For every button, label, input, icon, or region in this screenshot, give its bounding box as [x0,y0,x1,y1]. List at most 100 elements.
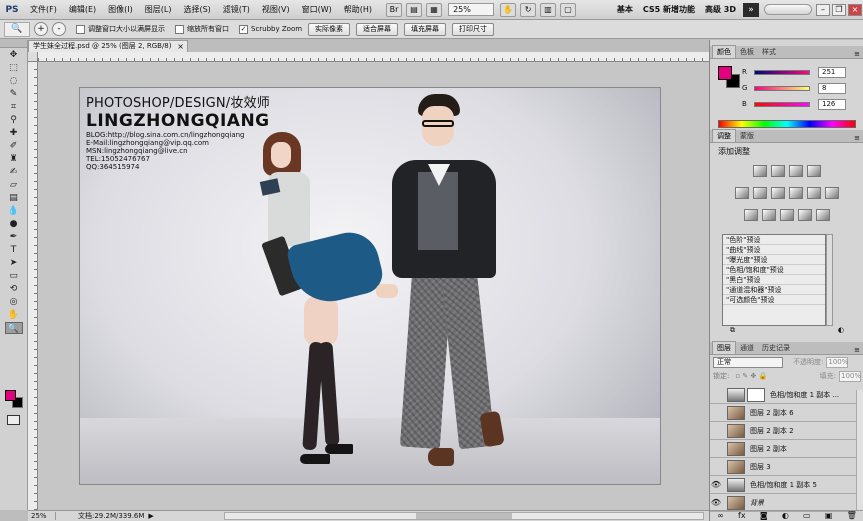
presets-scrollbar[interactable] [826,234,833,326]
horizontal-ruler[interactable] [38,52,709,62]
photo-filter-icon[interactable] [807,187,821,199]
path-selection-tool-icon[interactable]: ➤ [5,257,23,269]
zoom-out-icon[interactable]: - [52,22,66,36]
add-mask-icon[interactable]: ◙ [760,511,768,521]
menu-file[interactable]: 文件(F) [24,4,63,15]
preset-curves[interactable]: "曲线"预设 [723,245,825,255]
restore-icon[interactable]: ❐ [832,3,846,16]
curves-icon[interactable] [789,165,803,177]
3d-orbit-tool-icon[interactable]: ◎ [5,296,23,308]
hue-saturation-icon[interactable] [753,187,767,199]
menu-image[interactable]: 图像(I) [102,4,139,15]
pen-tool-icon[interactable]: ✒ [5,231,23,243]
horizontal-scrollbar[interactable] [224,512,704,520]
tab-adjustments[interactable]: 调整 [712,129,736,142]
layer-mask-thumbnail[interactable] [747,387,765,402]
scrubby-zoom-box[interactable]: ✓ [239,24,248,34]
resize-windows-box[interactable] [76,24,85,34]
quick-mask-icon[interactable] [7,415,20,425]
zoom-all-windows-checkbox[interactable]: 缩放所有窗口 [175,24,229,34]
layer-style-icon[interactable]: fx [738,511,746,521]
eyedropper-tool-icon[interactable]: ⚲ [5,114,23,126]
layer-name[interactable]: 背景 [750,498,764,508]
menu-help[interactable]: 帮助(H) [338,4,378,15]
invert-icon[interactable] [744,209,758,221]
new-adjustment-layer-icon[interactable]: ◐ [782,511,789,521]
rotate-view-icon[interactable]: ↻ [520,2,537,17]
status-menu-arrow-icon[interactable]: ▶ [148,512,153,520]
fill-field[interactable]: 100% [839,370,861,382]
hand-tool-icon[interactable]: ✋ [5,309,23,321]
document-tab[interactable]: 学生妹全过程.psd @ 25% (图层 2, RGB/8) × [28,40,188,52]
brush-tool-icon[interactable]: ✐ [5,140,23,152]
workspace-cs5-new[interactable]: CS5 新增功能 [638,4,700,15]
channel-mixer-icon[interactable] [825,187,839,199]
zoom-tool-icon[interactable]: 🔍 [4,322,23,334]
tab-history[interactable]: 历史记录 [758,342,794,354]
fill-screen-button[interactable]: 填充屏幕 [404,22,447,36]
move-tool-icon[interactable]: ✥ [5,49,23,61]
adjustment-options-icon[interactable]: ◐ [838,326,844,336]
eye-icon[interactable]: 👁 [710,498,722,507]
layer-row[interactable]: 图层 3 [710,458,856,476]
eye-icon[interactable]: 👁 [710,480,722,489]
extras-icon[interactable]: ▦ [426,2,443,17]
tab-channels[interactable]: 通道 [736,342,758,354]
layer-name[interactable]: 图层 2 副本 2 [750,426,794,436]
screen-mode-icon[interactable]: ▢ [560,2,577,17]
document-image[interactable]: PHOTOSHOP/DESIGN/妆效师 LINGZHONGQIANG BLOG… [80,88,660,484]
layer-name[interactable]: 图层 3 [750,462,771,472]
layers-scrollbar[interactable] [856,390,863,510]
blend-mode-select[interactable]: 正常 [713,356,783,368]
preset-exposure[interactable]: "曝光度"预设 [723,255,825,265]
cs-live-field[interactable] [764,4,812,15]
layer-name[interactable]: 图层 2 副本 6 [750,408,794,418]
fit-screen-button[interactable]: 适合屏幕 [356,22,399,36]
green-value-field[interactable]: 8 [818,82,846,94]
menu-window[interactable]: 窗口(W) [296,4,338,15]
panel-menu-icon[interactable]: ≡ [854,50,863,58]
red-slider[interactable] [754,69,810,75]
foreground-color-swatch[interactable] [5,390,16,401]
3d-rotate-tool-icon[interactable]: ⟲ [5,283,23,295]
green-slider[interactable] [754,85,810,91]
preset-hue-saturation[interactable]: "色相/饱和度"预设 [723,265,825,275]
minimize-icon[interactable]: – [816,3,830,16]
quick-select-tool-icon[interactable]: ✎ [5,88,23,100]
canvas-area[interactable]: PHOTOSHOP/DESIGN/妆效师 LINGZHONGQIANG BLOG… [28,52,709,510]
menu-layer[interactable]: 图层(L) [139,4,178,15]
clone-stamp-tool-icon[interactable]: ♜ [5,153,23,165]
new-layer-icon[interactable]: ▣ [825,511,833,521]
workspace-3d[interactable]: 高级 3D [700,4,741,15]
link-layers-icon[interactable]: ∞ [717,511,724,521]
adjustments-menu-icon[interactable]: ≡ [854,134,863,142]
more-workspaces-button[interactable]: » [743,2,759,17]
layer-row[interactable]: 👁 色相/饱和度 1 副本 5 [710,476,856,494]
close-icon[interactable]: × [848,3,862,16]
tab-color[interactable]: 颜色 [712,45,736,58]
vibrance-icon[interactable] [735,187,749,199]
zoom-all-windows-box[interactable] [175,24,184,34]
toolbox-grip[interactable] [0,40,27,48]
bridge-icon[interactable]: Br [386,2,403,17]
menu-filter[interactable]: 滤镜(T) [217,4,256,15]
menu-select[interactable]: 选择(S) [177,4,216,15]
posterize-icon[interactable] [762,209,776,221]
horizontal-scroll-thumb[interactable] [416,513,512,519]
lasso-tool-icon[interactable]: ◌ [5,75,23,87]
layer-row[interactable]: 图层 2 副本 6 [710,404,856,422]
levels-icon[interactable] [771,165,785,177]
status-zoom-value[interactable]: 25% [28,512,56,520]
spot-healing-tool-icon[interactable]: ✚ [5,127,23,139]
scrubby-zoom-checkbox[interactable]: ✓ Scrubby Zoom [239,24,302,34]
menu-view[interactable]: 视图(V) [256,4,296,15]
opacity-field[interactable]: 100% [826,356,848,368]
marquee-tool-icon[interactable]: ⬚ [5,62,23,74]
zoom-level-select[interactable]: 25% [448,3,495,16]
tab-layers[interactable]: 图层 [712,341,736,354]
layer-name[interactable]: 图层 2 副本 [750,444,787,454]
history-brush-tool-icon[interactable]: ✍ [5,166,23,178]
exposure-icon[interactable] [807,165,821,177]
shape-tool-icon[interactable]: ▭ [5,270,23,282]
close-document-icon[interactable]: × [177,41,184,52]
